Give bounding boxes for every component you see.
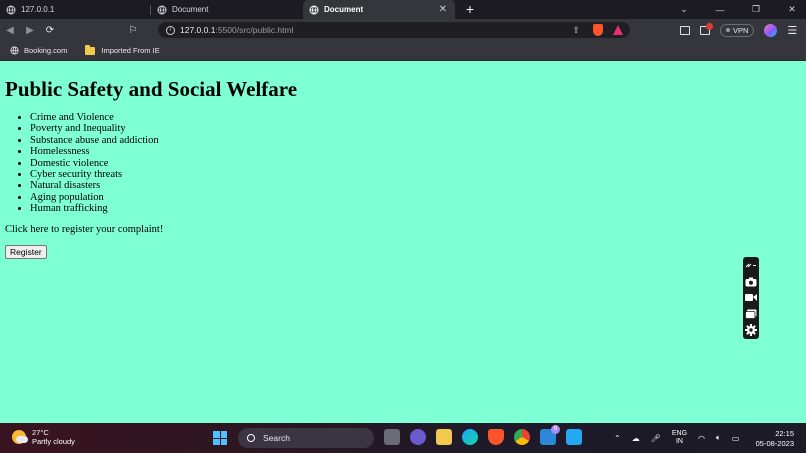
edge-browser-icon[interactable] — [462, 429, 478, 445]
system-tray: ⌃ ☁ 🎤︎ ENG IN ◠ 🔈︎ ▭ — [614, 423, 739, 453]
navigation-bar: ◀ ▶ ⟳ ⚐ i 127.0.0.1:5500/src/public.html… — [0, 19, 806, 41]
toolbar-right: VPN ☰ — [680, 22, 797, 38]
page-content: Public Safety and Social Welfare Crime a… — [0, 62, 806, 423]
mail-badge: 8 — [551, 425, 560, 434]
wifi-icon[interactable]: ◠ — [698, 434, 705, 443]
list-item: Crime and Violence — [30, 112, 159, 123]
close-window-button[interactable]: ✕ — [784, 4, 800, 15]
list-item: Homelessness — [30, 146, 159, 157]
close-tab-icon[interactable]: ✕ — [439, 4, 447, 15]
bookmark-page-icon[interactable]: ⚐ — [126, 25, 140, 36]
brave-shields-icon[interactable] — [593, 24, 603, 36]
url-text[interactable]: 127.0.0.1:5500/src/public.html — [180, 25, 293, 35]
brave-browser-icon[interactable] — [488, 429, 504, 445]
bookmark-booking[interactable]: Booking.com — [10, 46, 67, 55]
show-hidden-icons-icon[interactable]: ⌃ — [614, 434, 621, 443]
taskbar-search[interactable]: Search — [238, 428, 374, 448]
list-item: Natural disasters — [30, 180, 159, 191]
globe-icon — [10, 46, 19, 55]
volume-icon[interactable]: 🔈︎ — [716, 433, 721, 443]
vpn-button[interactable]: VPN — [720, 23, 755, 37]
mail-icon[interactable]: 8 — [540, 425, 560, 445]
address-bar[interactable]: i 127.0.0.1:5500/src/public.html ⇪ — [158, 22, 630, 38]
profile-avatar[interactable] — [764, 23, 778, 37]
globe-icon — [309, 5, 319, 14]
brave-rewards-icon[interactable] — [613, 25, 623, 35]
gear-icon[interactable] — [745, 323, 757, 336]
list-item: Domestic violence — [30, 158, 159, 169]
taskbar-apps: 8 — [384, 425, 582, 445]
wallet-icon[interactable] — [700, 22, 713, 35]
folder-icon — [85, 44, 96, 55]
bookmark-label: Imported From IE — [101, 46, 160, 55]
task-view-icon[interactable] — [384, 429, 400, 445]
meet-icon[interactable] — [410, 429, 426, 445]
camera-icon[interactable] — [745, 276, 757, 287]
windows-taskbar: 27°C Partly cloudy Search 8 ⌃ ☁ 🎤︎ ENG IN… — [0, 423, 806, 453]
tab-label: 127.0.0.1 — [21, 5, 55, 14]
microphone-icon[interactable]: 🎤︎ — [651, 434, 661, 443]
onedrive-cloud-icon[interactable]: ☁ — [632, 434, 640, 443]
sidebar-toggle-icon[interactable] — [680, 25, 690, 35]
list-item: Human trafficking — [30, 203, 159, 214]
list-item: Cyber security threats — [30, 169, 159, 180]
menu-icon[interactable]: ☰ — [787, 24, 797, 37]
globe-icon — [157, 5, 167, 14]
search-icon — [247, 434, 255, 442]
vscode-icon[interactable] — [566, 429, 582, 445]
tab-label: Document — [324, 5, 364, 14]
search-label: Search — [263, 433, 290, 443]
bookmark-label: Booking.com — [24, 46, 68, 55]
tab-search-icon[interactable]: ⌄ — [676, 4, 692, 15]
file-explorer-icon[interactable] — [436, 429, 452, 445]
site-info-icon[interactable]: i — [166, 25, 175, 35]
gallery-icon[interactable] — [745, 308, 757, 319]
share-icon[interactable]: ⇪ — [572, 25, 580, 36]
restore-button[interactable]: ❐ — [748, 4, 764, 15]
list-item: Substance abuse and addiction — [30, 135, 159, 146]
weather-partly-cloudy-icon — [12, 430, 28, 444]
tab-strip: 127.0.0.1 Document Document ✕ + ⌄ — ❐ ✕ — [0, 0, 806, 19]
bookmark-imported-folder[interactable]: Imported From IE — [85, 44, 160, 55]
reload-button[interactable]: ⟳ — [40, 25, 60, 36]
register-button[interactable]: Register — [5, 245, 47, 259]
capture-toolbar — [743, 257, 759, 339]
complaint-prompt: Click here to register your complaint! — [5, 224, 164, 235]
temperature: 27°C — [32, 428, 49, 437]
tab-document-1[interactable]: Document — [151, 0, 303, 19]
window-controls: ⌄ — ❐ ✕ — [676, 0, 800, 19]
new-tab-button[interactable]: + — [463, 0, 477, 19]
tab-localhost[interactable]: 127.0.0.1 — [0, 0, 150, 19]
clock-date: 05-08-2023 — [755, 439, 794, 448]
bookmarks-bar: Booking.com Imported From IE — [0, 41, 806, 61]
tab-label: Document — [172, 5, 209, 14]
page-title: Public Safety and Social Welfare — [5, 77, 298, 101]
list-item: Aging population — [30, 192, 159, 203]
clock[interactable]: 22:15 05-08-2023 — [756, 429, 794, 449]
weather-widget[interactable]: 27°C Partly cloudy — [12, 428, 75, 446]
chrome-icon[interactable] — [514, 429, 530, 445]
tab-document-active[interactable]: Document ✕ — [303, 0, 455, 19]
minimize-button[interactable]: — — [712, 5, 728, 15]
issues-list: Crime and Violence Poverty and Inequalit… — [30, 112, 159, 215]
back-button[interactable]: ◀ — [0, 25, 20, 36]
battery-icon[interactable]: ▭ — [732, 434, 740, 443]
list-item: Poverty and Inequality — [30, 123, 159, 134]
start-button-icon[interactable] — [213, 431, 227, 445]
weather-condition: Partly cloudy — [32, 437, 75, 446]
globe-icon — [6, 5, 16, 14]
language-indicator[interactable]: ENG IN — [672, 430, 687, 446]
forward-button[interactable]: ▶ — [20, 25, 40, 36]
video-camera-icon[interactable] — [745, 292, 757, 303]
drag-handle-icon[interactable] — [745, 260, 757, 271]
clock-time: 22:15 — [775, 429, 794, 438]
